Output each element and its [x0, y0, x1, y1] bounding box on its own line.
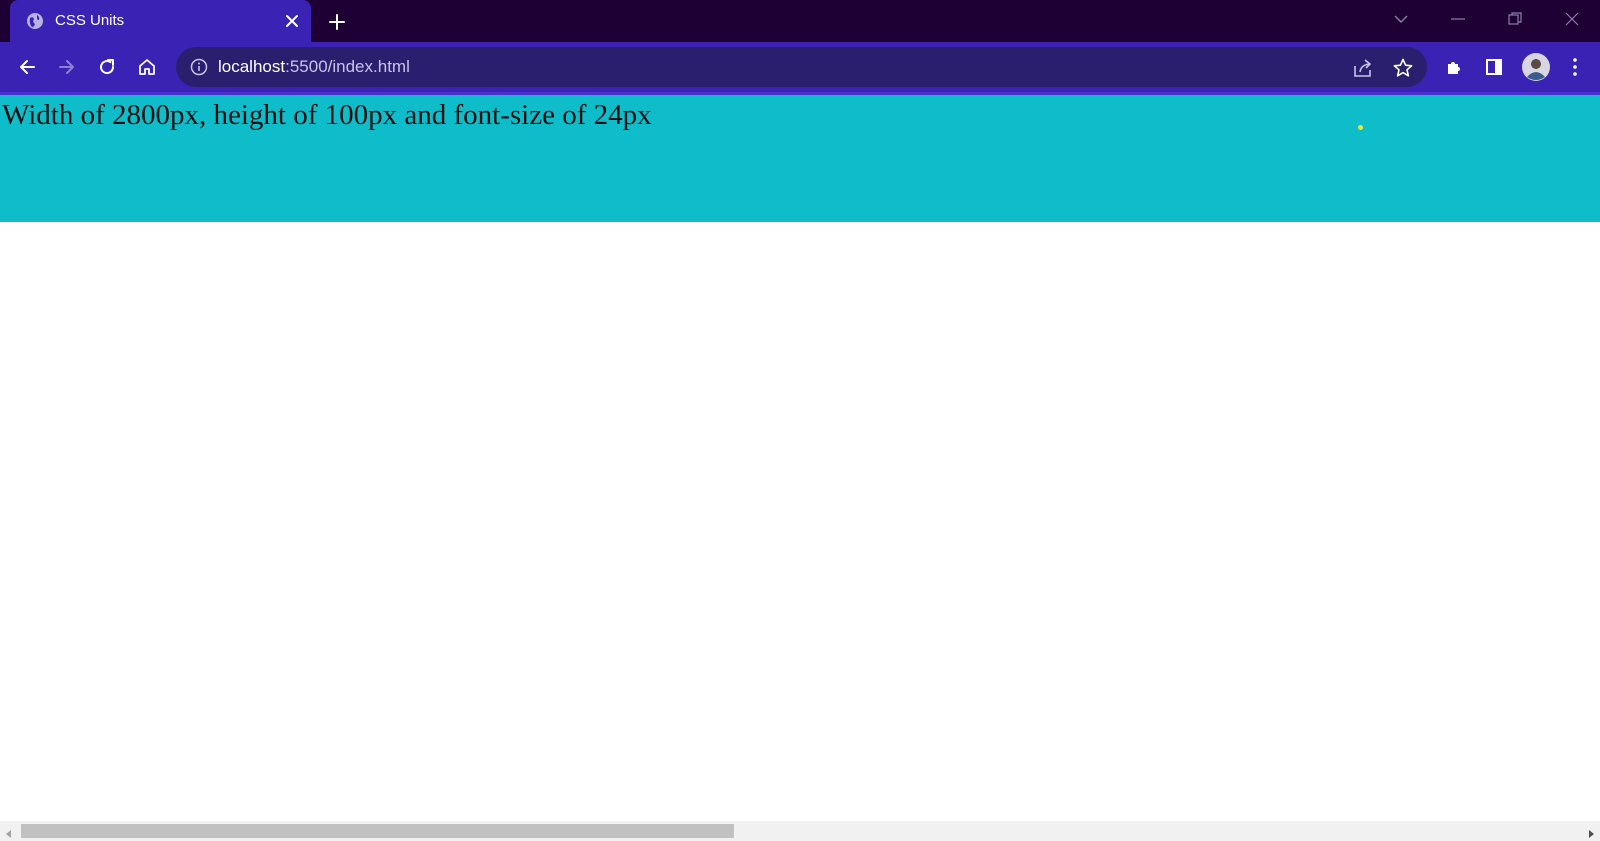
url-text: localhost:5500/index.html	[218, 57, 410, 77]
restore-icon[interactable]	[1501, 8, 1529, 30]
back-button[interactable]	[13, 53, 41, 81]
box-text: Width of 2800px, height of 100px and fon…	[2, 99, 652, 131]
close-tab-icon[interactable]	[282, 11, 302, 31]
reload-button[interactable]	[93, 53, 121, 81]
browser-toolbar: localhost:5500/index.html	[0, 42, 1600, 92]
address-bar[interactable]: localhost:5500/index.html	[176, 47, 1427, 87]
tab-search-icon[interactable]	[1387, 8, 1415, 30]
scroll-left-arrow-icon[interactable]	[4, 826, 14, 838]
avatar[interactable]	[1520, 51, 1552, 83]
horizontal-scrollbar[interactable]	[0, 821, 1600, 841]
forward-button[interactable]	[53, 53, 81, 81]
menu-kebab-icon[interactable]	[1561, 53, 1589, 81]
url-path: :5500/index.html	[285, 57, 410, 76]
sized-box: Width of 2800px, height of 100px and fon…	[0, 95, 1600, 222]
side-panel-icon[interactable]	[1480, 53, 1508, 81]
page-viewport: Width of 2800px, height of 100px and fon…	[0, 95, 1600, 841]
new-tab-button[interactable]	[326, 11, 348, 33]
url-host: localhost	[218, 57, 286, 76]
home-button[interactable]	[133, 53, 161, 81]
tab-active[interactable]: CSS Units	[10, 0, 311, 42]
minimize-icon[interactable]	[1444, 8, 1472, 30]
scroll-right-arrow-icon[interactable]	[1586, 826, 1596, 838]
globe-icon	[26, 12, 44, 30]
tab-strip: CSS Units	[0, 0, 1600, 42]
scrollbar-thumb[interactable]	[21, 824, 734, 838]
close-window-icon[interactable]	[1558, 8, 1586, 30]
info-icon[interactable]	[190, 58, 208, 76]
tab-title: CSS Units	[55, 12, 125, 29]
extensions-icon[interactable]	[1440, 53, 1468, 81]
bookmark-star-icon[interactable]	[1392, 57, 1414, 79]
mouse-cursor-indicator	[1358, 125, 1363, 130]
share-icon[interactable]	[1352, 57, 1374, 79]
